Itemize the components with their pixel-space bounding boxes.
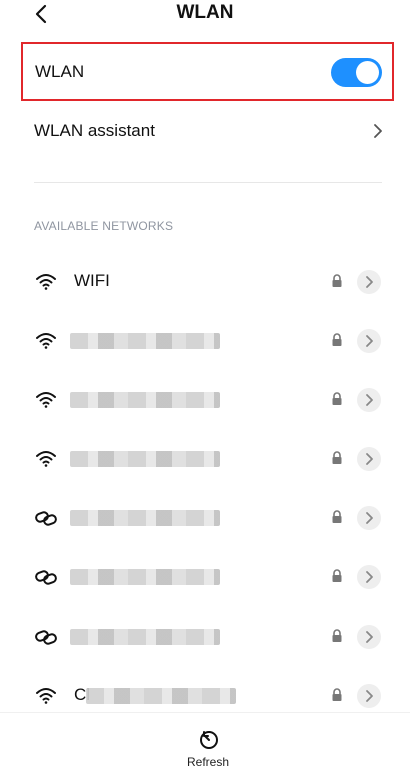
- network-details-button[interactable]: [357, 625, 381, 649]
- network-details-button[interactable]: [357, 270, 381, 294]
- link-network-icon: [34, 506, 58, 530]
- lock-icon: [331, 392, 343, 406]
- redacted-network-name: [86, 688, 236, 704]
- network-row[interactable]: [0, 431, 410, 487]
- link-network-icon: [34, 565, 58, 589]
- network-details-button[interactable]: [357, 388, 381, 412]
- refresh-icon: [200, 731, 218, 749]
- lock-icon: [331, 333, 343, 347]
- wlan-assistant-label: WLAN assistant: [34, 121, 155, 140]
- lock-icon: [331, 569, 343, 583]
- lock-icon: [331, 274, 343, 288]
- redacted-network-name: [70, 569, 220, 585]
- network-row[interactable]: [0, 549, 410, 605]
- network-details-button[interactable]: [357, 684, 381, 708]
- wifi-signal-icon: [34, 329, 58, 353]
- wlan-label: WLAN: [35, 62, 85, 81]
- lock-icon: [331, 451, 343, 465]
- network-row[interactable]: [0, 372, 410, 428]
- chevron-right-icon: [374, 124, 382, 138]
- network-row[interactable]: WIFI: [0, 254, 410, 310]
- redacted-network-name: [70, 451, 220, 467]
- network-row[interactable]: [0, 313, 410, 369]
- wifi-signal-icon: [34, 684, 58, 708]
- link-network-icon: [34, 625, 58, 649]
- lock-icon: [331, 510, 343, 524]
- divider: [34, 182, 382, 183]
- lock-icon: [331, 688, 343, 702]
- refresh-button[interactable]: Refresh: [180, 729, 236, 777]
- bottom-bar: Refresh: [0, 712, 410, 779]
- toggle-knob: [356, 61, 379, 84]
- redacted-network-name: [70, 629, 220, 645]
- wlan-toggle-switch[interactable]: [331, 58, 382, 87]
- wlan-assistant-row[interactable]: WLAN assistant: [21, 108, 394, 156]
- wifi-signal-icon: [34, 388, 58, 412]
- network-row[interactable]: [0, 609, 410, 665]
- refresh-label: Refresh: [186, 755, 230, 769]
- redacted-network-name: [70, 510, 220, 526]
- page-title: WLAN: [176, 2, 234, 23]
- network-details-button[interactable]: [357, 565, 381, 589]
- network-details-button[interactable]: [357, 506, 381, 530]
- redacted-network-name: [70, 392, 220, 408]
- network-details-button[interactable]: [357, 329, 381, 353]
- wifi-signal-icon: [34, 270, 58, 294]
- wlan-toggle-row[interactable]: WLAN: [21, 42, 394, 101]
- header-bar: WLAN: [0, 0, 410, 30]
- lock-icon: [331, 629, 343, 643]
- network-name: WIFI: [74, 271, 110, 290]
- network-row[interactable]: [0, 490, 410, 546]
- redacted-network-name: [70, 333, 220, 349]
- wifi-signal-icon: [34, 447, 58, 471]
- network-details-button[interactable]: [357, 447, 381, 471]
- available-networks-heading: AVAILABLE NETWORKS: [34, 219, 174, 233]
